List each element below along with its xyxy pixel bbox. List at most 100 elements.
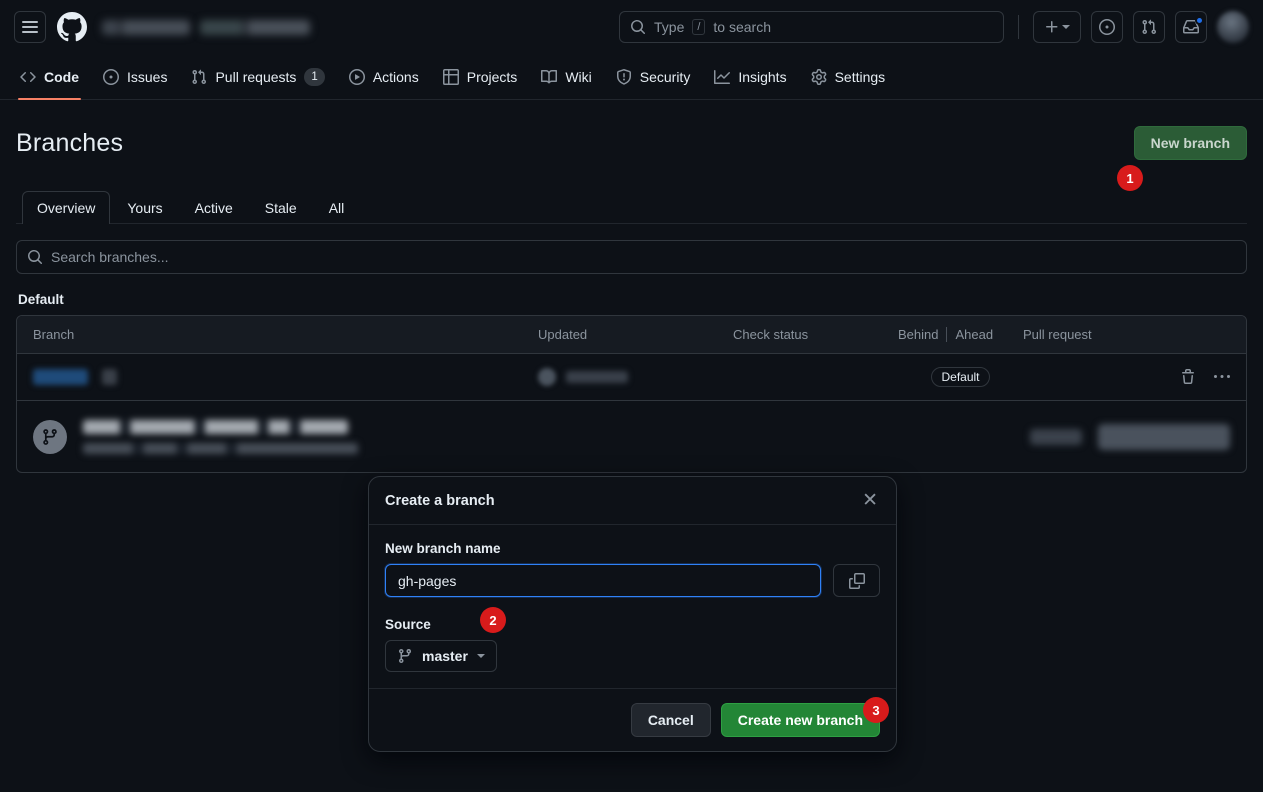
source-branch-value: master: [422, 648, 468, 664]
new-branch-name-row: [385, 564, 880, 597]
branches-table: Branch Updated Check status Behind Ahead…: [16, 315, 1247, 473]
tab-issues[interactable]: Issues: [93, 54, 177, 99]
pull-requests-count-badge: 1: [304, 68, 324, 86]
row-updated-cell: [538, 368, 733, 386]
breadcrumb-owner[interactable]: [102, 20, 190, 35]
global-search-placeholder-suffix: to search: [713, 19, 771, 35]
issue-opened-icon: [103, 69, 119, 85]
tab-security[interactable]: Security: [606, 54, 701, 99]
new-branch-name-input[interactable]: [385, 564, 821, 597]
branch-name-link[interactable]: [33, 369, 88, 385]
new-branch-button[interactable]: New branch: [1134, 126, 1247, 160]
row-branch-cell[interactable]: [33, 369, 538, 385]
tab-yours[interactable]: Yours: [112, 191, 177, 224]
tab-projects-label: Projects: [467, 55, 518, 99]
branch-row-icon: [102, 369, 117, 385]
git-branch-icon: [397, 648, 413, 664]
your-pull-requests-button[interactable]: [1133, 11, 1165, 43]
trash-icon[interactable]: [1180, 369, 1196, 385]
shield-icon: [616, 69, 632, 85]
close-icon[interactable]: ✕: [860, 491, 880, 510]
tab-pull-requests-label: Pull requests: [215, 55, 296, 99]
tab-security-label: Security: [640, 55, 691, 99]
promo-primary-button[interactable]: [1098, 424, 1230, 450]
tab-settings[interactable]: Settings: [801, 54, 896, 99]
notifications-button[interactable]: [1175, 11, 1207, 43]
notification-indicator-dot: [1195, 16, 1204, 25]
hamburger-icon: [22, 21, 38, 33]
repository-nav: Code Issues Pull requests 1 Actions Proj…: [0, 54, 1263, 100]
tab-settings-label: Settings: [835, 55, 886, 99]
issue-opened-icon: [1099, 19, 1115, 35]
promo-actions: [1030, 424, 1230, 450]
search-icon: [27, 249, 43, 265]
your-issues-button[interactable]: [1091, 11, 1123, 43]
tab-wiki-label: Wiki: [565, 55, 591, 99]
search-branches-placeholder: Search branches...: [51, 249, 169, 265]
tab-actions-label: Actions: [373, 55, 419, 99]
promo-title: [83, 420, 348, 434]
create-new-button[interactable]: [1033, 11, 1081, 43]
header-divider: [1018, 15, 1019, 39]
behind-ahead-separator: [946, 327, 947, 342]
create-new-branch-button[interactable]: Create new branch: [721, 703, 880, 737]
row-author-avatar[interactable]: [538, 368, 556, 386]
new-branch-button-wrap: New branch: [1134, 126, 1247, 160]
tab-projects[interactable]: Projects: [433, 54, 528, 99]
graph-icon: [714, 69, 730, 85]
tab-overview[interactable]: Overview: [22, 191, 110, 224]
tab-active[interactable]: Active: [180, 191, 248, 224]
github-logo-icon[interactable]: [56, 11, 88, 43]
breadcrumb-repo[interactable]: [200, 20, 310, 35]
cancel-button[interactable]: Cancel: [631, 703, 711, 737]
tab-all[interactable]: All: [314, 191, 360, 224]
default-section-label: Default: [18, 292, 1245, 307]
tab-pull-requests[interactable]: Pull requests 1: [181, 54, 334, 99]
row-behind-ahead-cell: Default: [898, 367, 1023, 387]
status-badge: Default: [931, 367, 989, 387]
copy-icon[interactable]: [833, 564, 880, 597]
table-row[interactable]: Default: [17, 354, 1246, 400]
dialog-title: Create a branch: [385, 493, 495, 509]
column-header-branch: Branch: [33, 327, 538, 342]
global-header: Type / to search: [0, 0, 1263, 54]
tab-code[interactable]: Code: [10, 54, 89, 99]
tab-actions[interactable]: Actions: [339, 54, 429, 99]
tab-insights[interactable]: Insights: [704, 54, 796, 99]
search-icon: [630, 19, 646, 35]
global-search-input[interactable]: Type / to search: [619, 11, 1004, 43]
tab-insights-label: Insights: [738, 55, 786, 99]
hamburger-menu-button[interactable]: [14, 11, 46, 43]
new-branch-name-label: New branch name: [385, 541, 880, 556]
page-title: Branches: [16, 129, 123, 158]
source-branch-select[interactable]: master: [385, 640, 497, 672]
page-header-row: Branches New branch: [16, 126, 1247, 160]
search-slash-key: /: [692, 19, 705, 35]
branch-filter-tabs: Overview Yours Active Stale All: [16, 190, 1247, 224]
kebab-horizontal-icon[interactable]: [1214, 369, 1230, 385]
user-avatar[interactable]: [1217, 11, 1249, 43]
row-updated-time: [566, 371, 628, 383]
row-actions: [1180, 369, 1230, 385]
global-search-placeholder-prefix: Type: [654, 19, 684, 35]
gear-icon: [811, 69, 827, 85]
annotation-badge-3: 3: [863, 697, 889, 723]
header-right-actions: Type / to search: [619, 11, 1249, 43]
code-icon: [20, 69, 36, 85]
promo-secondary-button[interactable]: [1030, 429, 1082, 445]
promo-description: [83, 443, 358, 454]
search-branches-input[interactable]: Search branches...: [16, 240, 1247, 274]
breadcrumb[interactable]: [102, 20, 310, 35]
tab-wiki[interactable]: Wiki: [531, 54, 601, 99]
column-header-updated: Updated: [538, 327, 733, 342]
page-root: Type / to search Cod: [0, 0, 1263, 792]
column-header-pull-request: Pull request: [1023, 327, 1230, 342]
chevron-down-icon: [477, 654, 485, 658]
git-pull-request-icon: [191, 69, 207, 85]
source-label: Source: [385, 617, 880, 632]
main-content: Branches New branch Overview Yours Activ…: [0, 100, 1263, 473]
tab-stale[interactable]: Stale: [250, 191, 312, 224]
chevron-down-icon: [1062, 25, 1070, 29]
column-header-behind-ahead: Behind Ahead: [898, 327, 1023, 342]
promo-text: [83, 420, 358, 454]
